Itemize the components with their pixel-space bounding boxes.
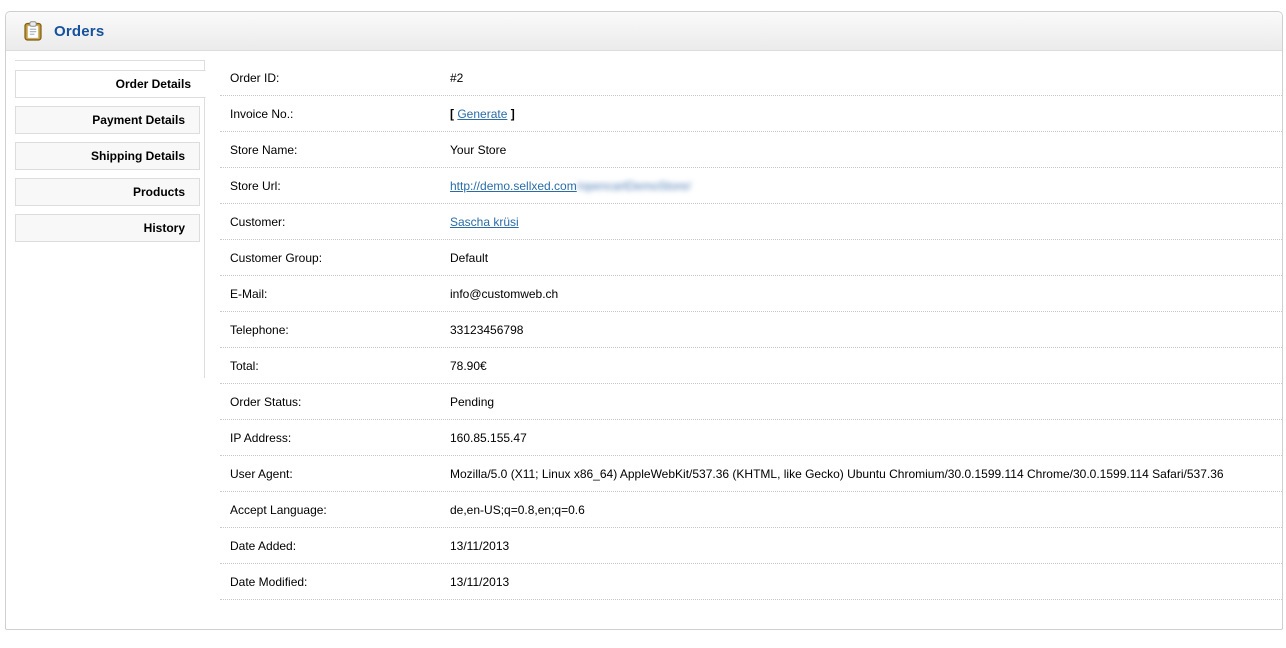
row-total: Total: 78.90€ [220,348,1282,384]
accept-language-label: Accept Language: [220,503,450,517]
ip-address-value: 160.85.155.47 [450,431,1282,445]
bracket-open: [ [450,107,454,121]
row-invoice-no: Invoice No.: [ Generate ] [220,96,1282,132]
date-added-value: 13/11/2013 [450,539,1282,553]
store-url-value: http://demo.sellxed.com/opencartDemoStor… [450,179,1282,193]
customer-label: Customer: [220,215,450,229]
panel-heading: Orders [6,12,1282,51]
bracket-close: ] [511,107,515,121]
email-value: info@customweb.ch [450,287,1282,301]
row-user-agent: User Agent: Mozilla/5.0 (X11; Linux x86_… [220,456,1282,492]
date-modified-value: 13/11/2013 [450,575,1282,589]
telephone-label: Telephone: [220,323,450,337]
customer-group-label: Customer Group: [220,251,450,265]
email-label: E-Mail: [220,287,450,301]
accept-language-value: de,en-US;q=0.8,en;q=0.6 [450,503,1282,517]
customer-group-value: Default [450,251,1282,265]
invoice-no-value: [ Generate ] [450,107,1282,121]
customer-value: Sascha krüsi [450,215,1282,229]
row-customer-group: Customer Group: Default [220,240,1282,276]
row-customer: Customer: Sascha krüsi [220,204,1282,240]
store-name-value: Your Store [450,143,1282,157]
orders-panel: Orders Order Details Payment Details Shi… [5,11,1283,630]
store-name-label: Store Name: [220,143,450,157]
store-url-link[interactable]: http://demo.sellxed.com/opencartDemoStor… [450,179,691,193]
tab-order-details[interactable]: Order Details [15,70,206,98]
row-accept-language: Accept Language: de,en-US;q=0.8,en;q=0.6 [220,492,1282,528]
user-agent-value: Mozilla/5.0 (X11; Linux x86_64) AppleWeb… [450,467,1282,481]
order-content: Order Details Payment Details Shipping D… [6,51,1282,629]
order-status-value: Pending [450,395,1282,409]
tab-products[interactable]: Products [15,178,200,206]
store-url-visible-text: http://demo.sellxed.com [450,179,577,193]
invoice-no-label: Invoice No.: [220,107,450,121]
order-id-value: #2 [450,71,1282,85]
order-details-table: Order ID: #2 Invoice No.: [ Generate ] S… [220,60,1282,600]
row-telephone: Telephone: 33123456798 [220,312,1282,348]
tab-shipping-details[interactable]: Shipping Details [15,142,200,170]
store-url-masked-text: /opencartDemoStore/ [577,179,691,193]
date-added-label: Date Added: [220,539,450,553]
store-url-label: Store Url: [220,179,450,193]
telephone-value: 33123456798 [450,323,1282,337]
customer-link[interactable]: Sascha krüsi [450,215,519,229]
row-date-modified: Date Modified: 13/11/2013 [220,564,1282,600]
ip-address-label: IP Address: [220,431,450,445]
total-value: 78.90€ [450,359,1282,373]
row-ip-address: IP Address: 160.85.155.47 [220,420,1282,456]
vertical-tabs: Order Details Payment Details Shipping D… [15,60,205,378]
clipboard-icon [23,21,43,41]
order-id-label: Order ID: [220,71,450,85]
generate-invoice-link[interactable]: Generate [457,107,507,121]
page-title: Orders [54,23,104,40]
date-modified-label: Date Modified: [220,575,450,589]
order-status-label: Order Status: [220,395,450,409]
user-agent-label: User Agent: [220,467,450,481]
row-date-added: Date Added: 13/11/2013 [220,528,1282,564]
tab-history[interactable]: History [15,214,200,242]
row-store-name: Store Name: Your Store [220,132,1282,168]
row-store-url: Store Url: http://demo.sellxed.com/openc… [220,168,1282,204]
total-label: Total: [220,359,450,373]
row-email: E-Mail: info@customweb.ch [220,276,1282,312]
tab-payment-details[interactable]: Payment Details [15,106,200,134]
row-order-id: Order ID: #2 [220,60,1282,96]
row-order-status: Order Status: Pending [220,384,1282,420]
